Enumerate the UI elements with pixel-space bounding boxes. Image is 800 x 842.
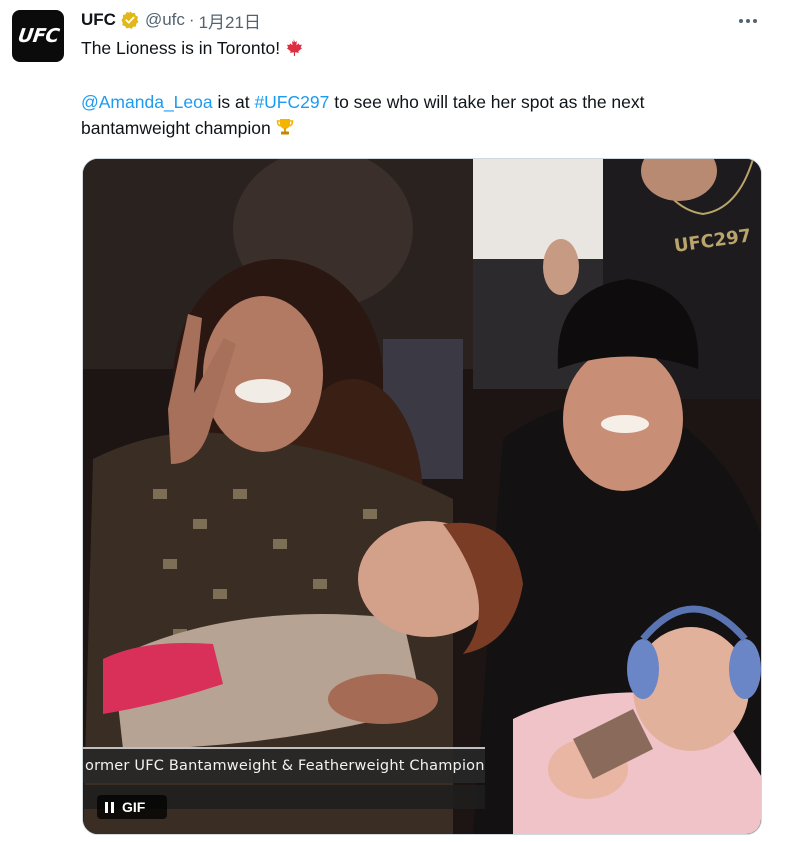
more-dot: [746, 19, 750, 23]
maple-leaf-icon: [284, 38, 303, 64]
tweet-text-line: @Amanda_Leoa is at #UFC297 to see who wi…: [81, 89, 645, 115]
tweet-text: bantamweight champion: [81, 118, 271, 138]
tweet-text: is at: [212, 92, 255, 112]
tweet-text: to see who will take her spot as the nex…: [329, 92, 645, 112]
tweet-text: The Lioness is in Toronto!: [81, 38, 281, 58]
gif-badge[interactable]: GIF: [97, 795, 167, 819]
hashtag-link[interactable]: #UFC297: [254, 92, 329, 112]
caption-text: ormer UFC Bantamweight & Featherweight C…: [85, 758, 485, 774]
gif-label: GIF: [122, 799, 146, 815]
avatar[interactable]: UFC: [12, 10, 64, 62]
author-handle[interactable]: @ufc: [145, 10, 185, 30]
gif-frame: UFC297: [83, 159, 761, 834]
more-dot: [739, 19, 743, 23]
caption-bar: ormer UFC Bantamweight & Featherweight C…: [83, 747, 485, 783]
more-dot: [753, 19, 757, 23]
gif-media[interactable]: UFC297 ormer UFC Bantamweight & Featherw…: [82, 158, 762, 835]
ufc-logo: UFC: [16, 25, 60, 47]
tweet-card[interactable]: UFC UFC @ufc · 1月21日 The Lioness is in T…: [0, 0, 800, 842]
pause-icon[interactable]: [105, 801, 114, 813]
tweet-text-line: The Lioness is in Toronto!: [81, 35, 303, 64]
author-name[interactable]: UFC: [81, 10, 116, 30]
mention-link[interactable]: @Amanda_Leoa: [81, 92, 213, 112]
verified-badge-icon[interactable]: [120, 10, 140, 30]
trophy-icon: [275, 117, 295, 144]
tweet-header: UFC @ufc · 1月21日: [81, 8, 261, 32]
separator-dot: ·: [188, 10, 195, 29]
tweet-date[interactable]: 1月21日: [199, 8, 261, 33]
more-options-icon[interactable]: [733, 12, 763, 30]
tweet-text-line: bantamweight champion: [81, 115, 295, 144]
